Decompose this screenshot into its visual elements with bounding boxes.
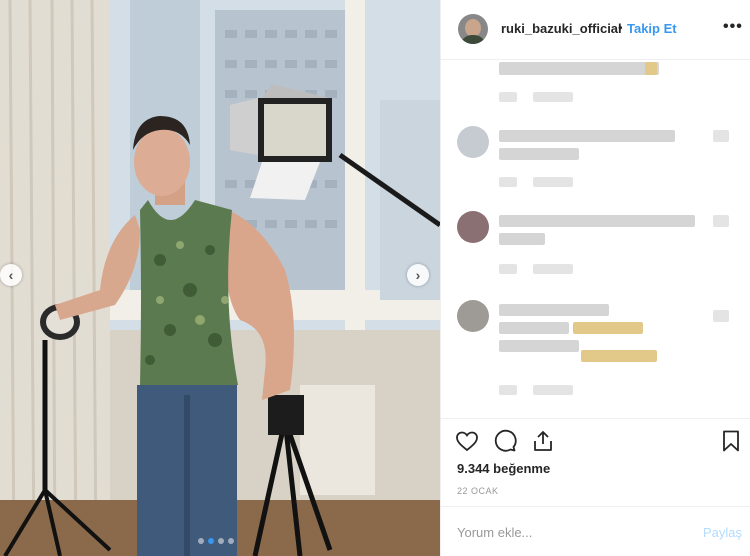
post-photo[interactable]: ‹ ›: [0, 0, 440, 556]
chevron-left-icon: ‹: [8, 267, 14, 283]
blurred-meta: [499, 264, 517, 274]
blurred-meta: [533, 264, 573, 274]
blurred-comment-text: [499, 304, 609, 316]
photo-illustration: [0, 0, 440, 556]
carousel-dot: [198, 538, 204, 544]
commenter-avatar[interactable]: [457, 126, 489, 158]
bookmark-icon[interactable]: [719, 429, 743, 453]
blurred-like[interactable]: [713, 310, 729, 322]
separator-bullet: •: [618, 20, 623, 35]
blurred-meta: [533, 92, 573, 102]
blurred-meta: [533, 177, 573, 187]
blurred-comment-text: [499, 62, 659, 75]
commenter-avatar[interactable]: [457, 211, 489, 243]
blurred-emoji: [573, 322, 643, 334]
blurred-comment-text: [499, 233, 545, 245]
carousel-next-button[interactable]: ›: [407, 264, 429, 286]
blurred-emoji: [581, 350, 657, 362]
avatar[interactable]: [458, 14, 488, 44]
blurred-comment-text: [499, 148, 579, 160]
comment-icon[interactable]: [493, 429, 517, 453]
instagram-post: ‹ › ruki_bazuki_official • Takip Et •••: [0, 0, 750, 556]
blurred-emoji: [645, 62, 657, 75]
blurred-comment-text: [499, 322, 569, 334]
carousel-prev-button[interactable]: ‹: [0, 264, 22, 286]
comments-list: [441, 60, 750, 418]
comment-input[interactable]: [455, 524, 679, 541]
blurred-comment-text: [499, 130, 675, 142]
add-comment-form: Paylaş: [441, 506, 750, 556]
share-icon[interactable]: [531, 429, 555, 453]
username-link[interactable]: ruki_bazuki_official: [501, 21, 622, 36]
chevron-right-icon: ›: [415, 267, 421, 283]
carousel-dot: [218, 538, 224, 544]
blurred-comment-text: [499, 340, 579, 352]
blurred-meta: [499, 92, 517, 102]
follow-button[interactable]: Takip Et: [627, 21, 677, 36]
post-sidebar: ruki_bazuki_official • Takip Et ••• 9.34…: [440, 0, 750, 556]
carousel-dot-active: [208, 538, 214, 544]
blurred-comment-text: [499, 215, 695, 227]
post-date[interactable]: 22 OCAK: [457, 486, 499, 496]
commenter-avatar[interactable]: [457, 300, 489, 332]
carousel-dot: [228, 538, 234, 544]
blurred-meta: [499, 385, 517, 395]
blurred-meta: [533, 385, 573, 395]
likes-count[interactable]: 9.344 beğenme: [457, 461, 550, 476]
heart-icon[interactable]: [455, 429, 479, 453]
blurred-like[interactable]: [713, 130, 729, 142]
post-header: ruki_bazuki_official • Takip Et •••: [441, 0, 750, 60]
carousel-indicator: [198, 538, 234, 544]
blurred-like[interactable]: [713, 215, 729, 227]
post-comment-button[interactable]: Paylaş: [703, 525, 742, 540]
blurred-meta: [499, 177, 517, 187]
more-options-icon[interactable]: •••: [723, 18, 743, 36]
